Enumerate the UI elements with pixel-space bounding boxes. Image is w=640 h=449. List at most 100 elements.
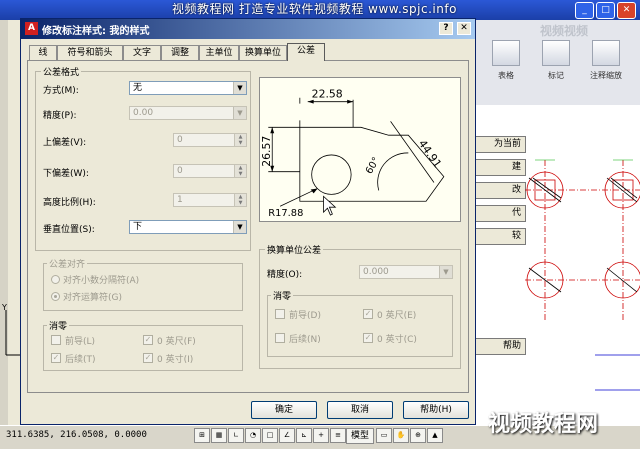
spin-arrows-icon: ▲ ▼ [234, 165, 246, 177]
zoom-icon[interactable]: ⊕ [410, 428, 426, 443]
align-operator-radio[interactable] [51, 292, 60, 301]
grid-toggle[interactable]: ▦ [211, 428, 227, 443]
alt-leading-label: 前导(D) [289, 311, 321, 321]
style-help-button[interactable]: 帮助 [474, 338, 526, 355]
precision-label: 精度(P): [43, 111, 77, 121]
chevron-down-icon: ▼ [439, 266, 452, 278]
window-controls: _ □ ✕ [573, 2, 636, 19]
zero-suppression-title: 消零 [47, 319, 70, 332]
ribbon-annoscale-button[interactable]: 注释缩放 [585, 38, 627, 94]
ok-button[interactable]: 确定 [251, 401, 317, 419]
precision-select[interactable]: 0.00 ▼ [129, 106, 247, 120]
tab-text[interactable]: 文字 [123, 45, 161, 60]
alt-zero-feet-label: 0 英尺(E) [377, 311, 417, 321]
zero-feet-label: 0 英尺(F) [157, 337, 196, 347]
trailing-label: 后续(T) [65, 355, 96, 365]
table-icon [492, 40, 520, 66]
top-watermark: 视频教程网 打造专业软件视频教程 www.spjc.info [172, 2, 457, 16]
new-style-button[interactable]: 建 [474, 159, 526, 176]
tolerance-alignment-group [43, 263, 243, 311]
svg-text:Y: Y [1, 303, 7, 312]
tolerance-alignment-title: 公差对齐 [47, 257, 88, 270]
vertical-position-select[interactable]: 下 ▼ [129, 220, 247, 234]
tab-fit[interactable]: 调整 [161, 45, 199, 60]
dialog-title: 修改标注样式: 我的样式 [42, 26, 150, 37]
modify-dimension-style-dialog: A 修改标注样式: 我的样式 ? ✕ 线 符号和箭头 文字 调整 主单位 换算单… [20, 18, 476, 425]
compare-style-button[interactable]: 较 [474, 228, 526, 245]
ribbon-table-button[interactable]: 表格 [485, 38, 527, 94]
annotation-scale-icon [592, 40, 620, 66]
tab-symbols-arrows[interactable]: 符号和箭头 [57, 45, 123, 60]
zero-inches-checkbox[interactable]: ✓ [143, 353, 153, 363]
upper-value-stepper[interactable]: 0 ▲ ▼ [173, 133, 247, 147]
left-toolbar-strip [0, 20, 8, 425]
spin-arrows-icon: ▲ ▼ [234, 134, 246, 146]
spin-arrows-icon: ▲ ▼ [234, 194, 246, 206]
help-button[interactable]: 帮助(H) [403, 401, 469, 419]
override-style-button[interactable]: 代 [474, 205, 526, 222]
osnap-toggle[interactable]: □ [262, 428, 278, 443]
leading-label: 前导(L) [65, 337, 96, 347]
cancel-button[interactable]: 取消 [327, 401, 393, 419]
alt-trailing-checkbox[interactable] [275, 333, 285, 343]
dyn-toggle[interactable]: + [313, 428, 329, 443]
markup-icon [542, 40, 570, 66]
trailing-checkbox[interactable]: ✓ [51, 353, 61, 363]
method-select[interactable]: 无 ▼ [129, 81, 247, 95]
align-decimal-label: 对齐小数分隔符(A) [63, 276, 140, 286]
preview-dim-diagonal: 44.91 [416, 137, 444, 170]
minimize-button[interactable]: _ [575, 2, 594, 19]
alt-zero-suppression-title: 消零 [271, 289, 294, 302]
pan-icon[interactable]: ✋ [393, 428, 409, 443]
layout-icon[interactable]: ▭ [376, 428, 392, 443]
chevron-down-icon: ▼ [233, 107, 246, 119]
dialog-close-button[interactable]: ✕ [457, 22, 471, 35]
bottom-watermark-text: 视频教程网 [488, 412, 599, 437]
ducs-toggle[interactable]: ⊾ [296, 428, 312, 443]
lineweight-toggle[interactable]: ≡ [330, 428, 346, 443]
tab-tolerances[interactable]: 公差 [287, 43, 325, 61]
preview-dim-left: 26.57 [260, 136, 273, 167]
alt-zero-inches-checkbox[interactable]: ✓ [363, 333, 373, 343]
alt-zero-feet-checkbox[interactable]: ✓ [363, 309, 373, 319]
model-space-button[interactable]: 模型 [346, 428, 374, 444]
alt-precision-label: 精度(O): [267, 270, 303, 280]
alt-zero-inches-label: 0 英寸(C) [377, 335, 417, 345]
set-current-button[interactable]: 为当前 [474, 136, 526, 153]
lower-value-label: 下偏差(W): [43, 169, 89, 179]
vertical-position-label: 垂直位置(S): [43, 225, 95, 235]
ribbon-watermark: 视频视频 [540, 24, 589, 38]
zero-inches-label: 0 英寸(I) [157, 355, 194, 365]
snap-toggle[interactable]: ⊞ [194, 428, 210, 443]
tab-alternate-units[interactable]: 换算单位 [239, 45, 287, 60]
chevron-down-icon: ▼ [233, 82, 246, 94]
dialog-help-icon[interactable]: ? [439, 22, 453, 35]
zero-feet-checkbox[interactable]: ✓ [143, 335, 153, 345]
alt-trailing-label: 后续(N) [289, 335, 321, 345]
tab-lines[interactable]: 线 [29, 45, 57, 60]
modify-style-button[interactable]: 改 [474, 182, 526, 199]
height-scale-stepper[interactable]: 1 ▲ ▼ [173, 193, 247, 207]
chevron-down-icon: ▼ [233, 221, 246, 233]
mouse-cursor-icon [323, 195, 337, 216]
tolerance-format-title: 公差格式 [41, 65, 82, 78]
align-decimal-radio[interactable] [51, 275, 60, 284]
leading-checkbox[interactable] [51, 335, 61, 345]
maximize-button[interactable]: □ [596, 2, 615, 19]
alt-leading-checkbox[interactable] [275, 309, 285, 319]
annotation-scale-status[interactable]: ▲ [427, 428, 443, 443]
ortho-toggle[interactable]: ∟ [228, 428, 244, 443]
align-operator-label: 对齐运算符(G) [63, 293, 122, 303]
alt-precision-select[interactable]: 0.000 ▼ [359, 265, 453, 279]
ribbon-markup-button[interactable]: 标记 [535, 38, 577, 94]
ucs-icon: Y [1, 303, 20, 356]
alt-zero-suppression-group [267, 295, 453, 357]
preview-radius: R17.88 [268, 208, 303, 219]
tab-primary-units[interactable]: 主单位 [199, 45, 239, 60]
cad-drawing [525, 159, 640, 391]
close-window-button[interactable]: ✕ [617, 2, 636, 19]
otrack-toggle[interactable]: ∠ [279, 428, 295, 443]
dimension-preview: 22.58 26.57 44.91 60° R17.88 [259, 77, 461, 222]
lower-value-stepper[interactable]: 0 ▲ ▼ [173, 164, 247, 178]
polar-toggle[interactable]: ◔ [245, 428, 261, 443]
